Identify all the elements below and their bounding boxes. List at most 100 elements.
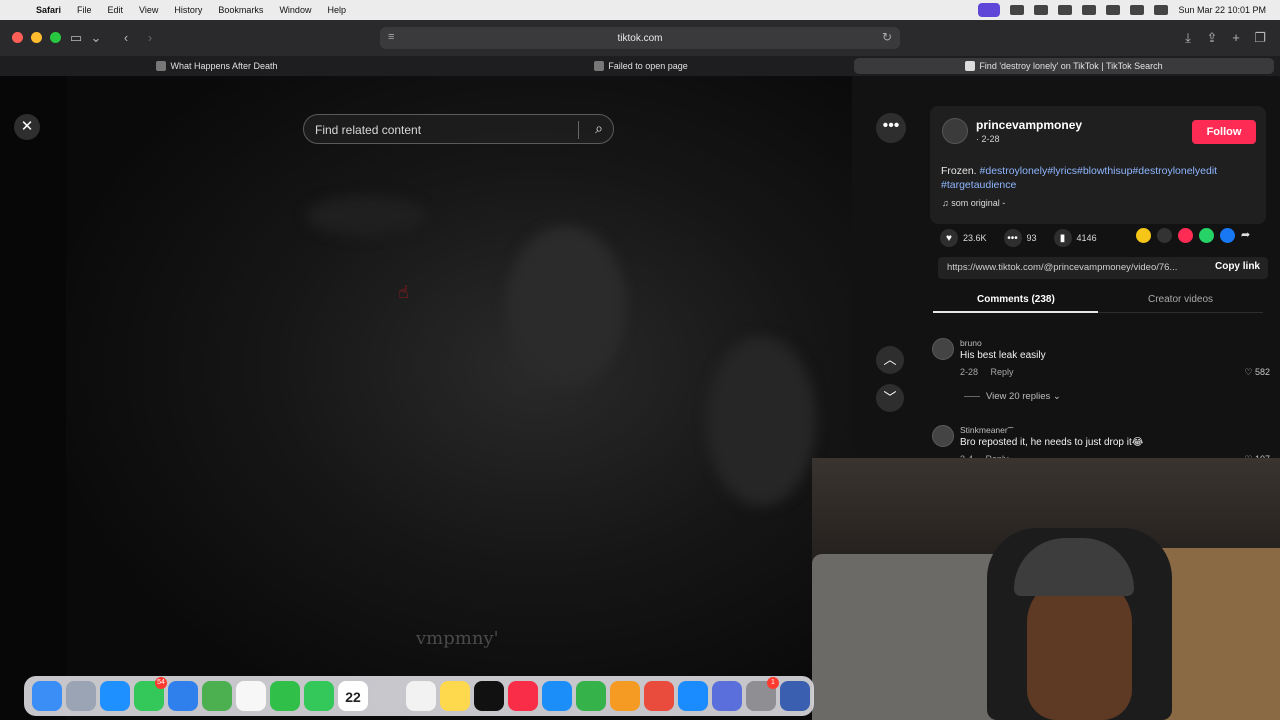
- facebook-icon[interactable]: [1220, 228, 1235, 243]
- video-player[interactable]: vmpmny': [66, 76, 852, 720]
- keynote-icon[interactable]: [542, 681, 572, 711]
- tab-overview-icon[interactable]: ❐: [1250, 29, 1270, 47]
- previous-video-button[interactable]: ︿: [876, 346, 904, 374]
- notes-icon[interactable]: [440, 681, 470, 711]
- like-icon[interactable]: ♥: [940, 229, 958, 247]
- reply-button[interactable]: Reply: [991, 367, 1014, 377]
- caption-text: Frozen.: [941, 165, 980, 177]
- commenter-avatar[interactable]: [932, 425, 954, 447]
- comment-icon[interactable]: •••: [1003, 229, 1022, 247]
- mail-icon[interactable]: [168, 681, 198, 711]
- finder-icon[interactable]: [32, 681, 62, 711]
- app-store-icon[interactable]: [678, 681, 708, 711]
- active-tab-indicator: [933, 311, 1098, 313]
- follow-button[interactable]: Follow: [1192, 120, 1256, 144]
- screen-recording-icon[interactable]: [978, 3, 1001, 17]
- maps-icon[interactable]: [202, 681, 232, 711]
- tab-creator-videos[interactable]: Creator videos: [1148, 294, 1213, 305]
- phone-icon[interactable]: [304, 681, 334, 711]
- menu-view[interactable]: View: [139, 5, 158, 15]
- tab-tiktok-search[interactable]: Find 'destroy lonely' on TikTok | TikTok…: [854, 58, 1274, 74]
- send-to-friends-icon[interactable]: [1178, 228, 1193, 243]
- share-arrow-icon[interactable]: ➦: [1241, 228, 1256, 243]
- photos-icon[interactable]: [236, 681, 266, 711]
- sound-link[interactable]: ♫ som original -: [942, 198, 1005, 208]
- launchpad-icon[interactable]: [66, 681, 96, 711]
- avatar[interactable]: [942, 118, 968, 144]
- reload-icon[interactable]: ↻: [882, 30, 892, 44]
- status-app-icon[interactable]: [1010, 5, 1025, 15]
- video-url: https://www.tiktok.com/@princevampmoney/…: [947, 262, 1178, 273]
- whatsapp-icon[interactable]: [1199, 228, 1214, 243]
- sidebar-toggle-icon[interactable]: ▭: [66, 29, 86, 47]
- play-icon[interactable]: [1058, 5, 1073, 15]
- tab-failed-to-open-page[interactable]: Failed to open page: [430, 58, 852, 74]
- apple-tv-icon[interactable]: [474, 681, 504, 711]
- heart-outline-icon: ♡: [1244, 367, 1255, 377]
- tab-favicon-icon: [156, 61, 167, 71]
- close-window-button[interactable]: [12, 32, 23, 43]
- view-replies-button[interactable]: View 20 replies ⌄: [964, 391, 1061, 402]
- minimize-window-button[interactable]: [31, 32, 42, 43]
- search-input[interactable]: Find related content: [315, 123, 421, 137]
- menu-history[interactable]: History: [174, 5, 202, 15]
- bookmark-icon[interactable]: ▮: [1053, 229, 1072, 247]
- forward-icon[interactable]: ›: [140, 29, 160, 47]
- menu-window[interactable]: Window: [279, 5, 311, 15]
- menu-app-name[interactable]: Safari: [36, 5, 61, 15]
- contacts-icon[interactable]: [372, 681, 402, 711]
- comment-like-count: 582: [1254, 367, 1270, 377]
- menu-clock[interactable]: Sun Mar 22 10:01 PM: [1178, 5, 1266, 15]
- facetime-icon[interactable]: [270, 681, 300, 711]
- music-icon[interactable]: [508, 681, 538, 711]
- numbers-icon[interactable]: [576, 681, 606, 711]
- repost-icon[interactable]: [1136, 228, 1151, 243]
- control-center-icon[interactable]: [1154, 5, 1169, 15]
- copy-link-button[interactable]: Copy link: [1215, 261, 1260, 272]
- tab-what-happens-after-death[interactable]: What Happens After Death: [6, 58, 428, 74]
- safari-icon[interactable]: [100, 681, 130, 711]
- embed-code-icon[interactable]: [1157, 228, 1172, 243]
- related-content-search[interactable]: Find related content ⌕: [303, 114, 614, 144]
- wifi-icon[interactable]: [1082, 5, 1097, 15]
- close-video-button[interactable]: ✕: [14, 114, 40, 140]
- tab-comments[interactable]: Comments (238): [977, 294, 1055, 305]
- commenter-name[interactable]: bruno: [960, 338, 982, 348]
- zoom-window-button[interactable]: [50, 32, 61, 43]
- status-app-icon-2[interactable]: [1034, 5, 1049, 15]
- reminders-icon[interactable]: [406, 681, 436, 711]
- settings-badge: 1: [767, 677, 779, 689]
- search-icon[interactable]: ⌕: [595, 120, 603, 137]
- comment-date: 2-28: [960, 367, 979, 377]
- calendar-icon[interactable]: 22: [338, 681, 368, 711]
- pages-icon[interactable]: [610, 681, 640, 711]
- caption-hashtags[interactable]: #destroylonely#lyrics#blowthisup#destroy…: [941, 165, 1217, 191]
- menu-file[interactable]: File: [77, 5, 92, 15]
- menu-help[interactable]: Help: [327, 5, 346, 15]
- tab-favicon-icon: [594, 61, 605, 71]
- next-video-button[interactable]: ﹀: [876, 384, 904, 412]
- downloads-icon[interactable]: ⤓: [1178, 29, 1198, 47]
- messages-icon[interactable]: 54: [134, 677, 167, 711]
- comment-likes[interactable]: ♡ 582: [1244, 367, 1270, 378]
- xcode-icon[interactable]: [712, 681, 742, 711]
- commenter-name[interactable]: Stinkmeaner˜˜: [960, 425, 1013, 435]
- author-username[interactable]: princevampmoney: [976, 118, 1082, 132]
- back-icon[interactable]: ‹: [116, 29, 136, 47]
- new-tab-icon[interactable]: +: [1226, 29, 1246, 47]
- menu-edit[interactable]: Edit: [108, 5, 124, 15]
- share-icon[interactable]: ⇪: [1202, 29, 1222, 47]
- view-replies-label: View 20 replies: [986, 391, 1051, 402]
- menu-bookmarks[interactable]: Bookmarks: [218, 5, 263, 15]
- page-settings-icon[interactable]: ≡: [388, 31, 394, 43]
- chevron-down-icon[interactable]: ⌄: [86, 29, 106, 47]
- more-options-button[interactable]: •••: [876, 113, 906, 143]
- battery-icon[interactable]: [1106, 5, 1121, 15]
- system-settings-icon[interactable]: 1: [746, 677, 779, 711]
- commenter-avatar[interactable]: [932, 338, 954, 360]
- rocket-app-icon[interactable]: [644, 681, 674, 711]
- spotlight-search-icon[interactable]: [1130, 5, 1145, 15]
- dock-app-icon[interactable]: [780, 681, 810, 711]
- address-bar[interactable]: ≡ tiktok.com ↻: [380, 27, 900, 49]
- search-divider: [578, 121, 579, 139]
